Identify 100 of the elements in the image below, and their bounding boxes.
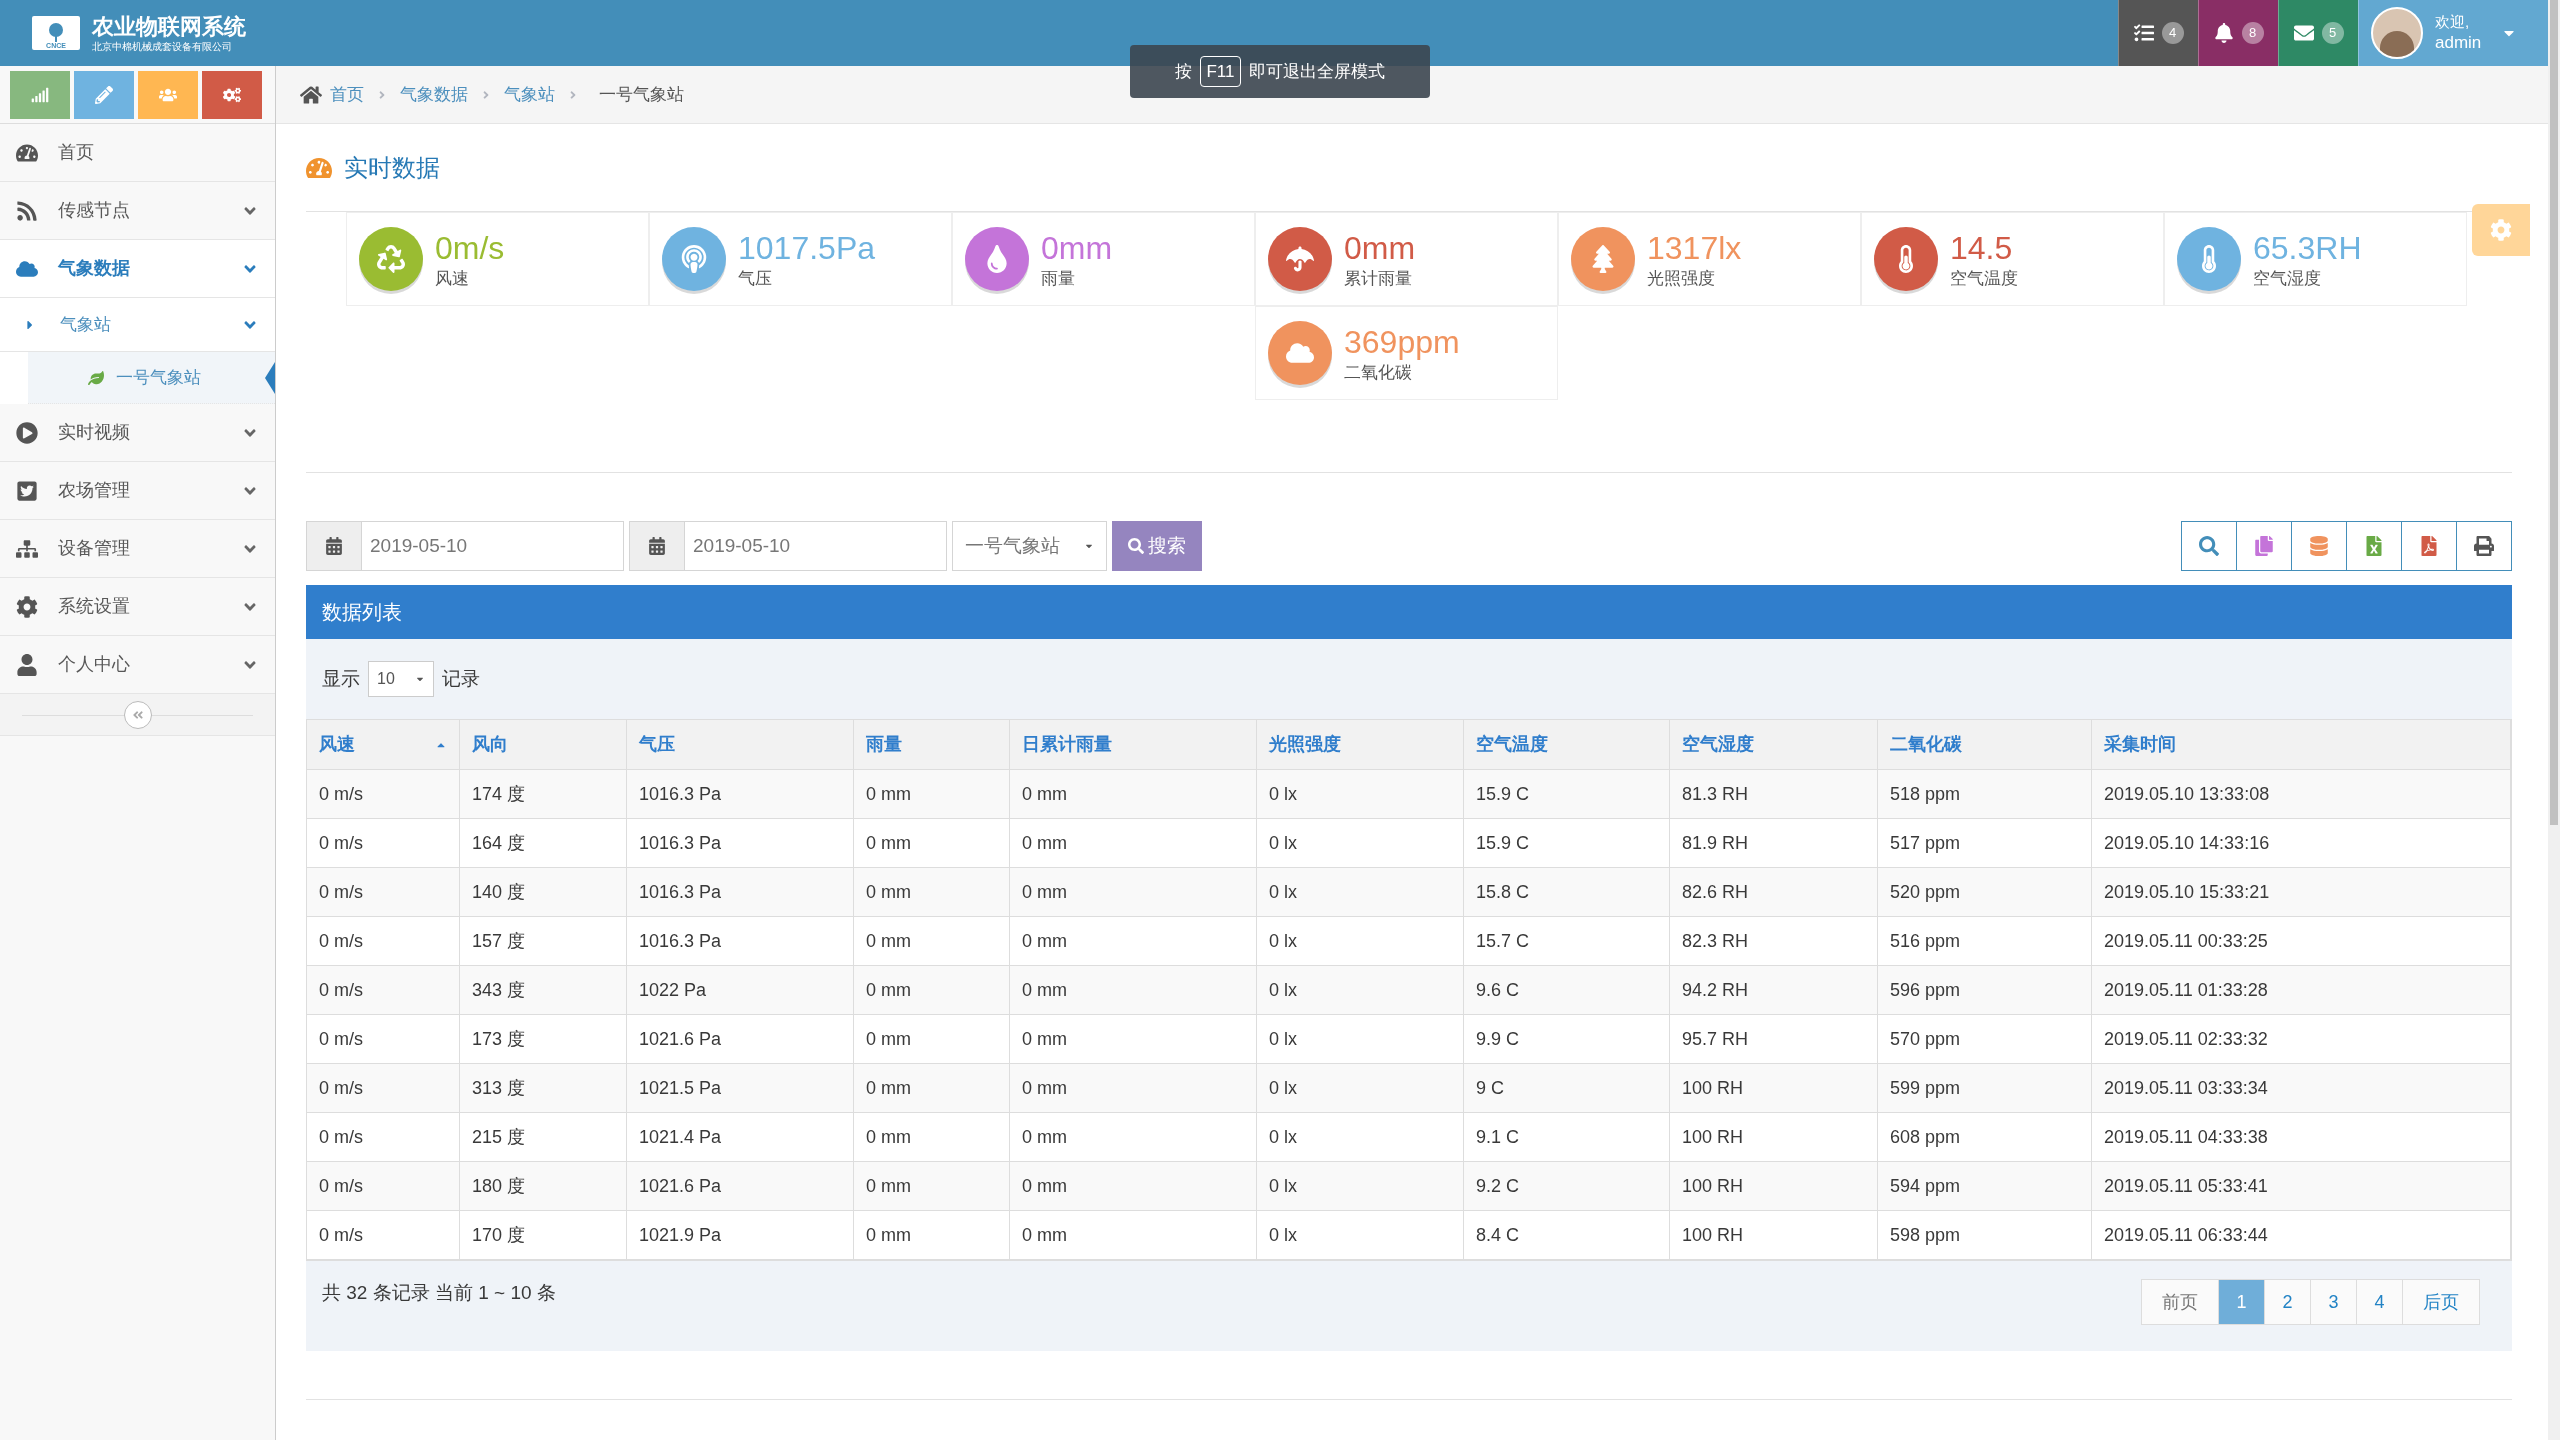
bird-icon (16, 479, 38, 502)
menu-label: 实时视频 (58, 421, 130, 444)
table-cell: 1022 Pa (627, 966, 854, 1014)
table-cell: 1021.6 Pa (627, 1162, 854, 1210)
table-cell: 0 lx (1257, 1162, 1464, 1210)
shortcut-button[interactable] (10, 70, 70, 119)
table-cell: 0 lx (1257, 770, 1464, 818)
shortcut-button[interactable] (74, 70, 134, 119)
count-badge: 8 (2241, 22, 2264, 44)
toolbar-button[interactable] (2236, 521, 2292, 571)
table-cell: 100 RH (1670, 1064, 1878, 1112)
column-header[interactable]: 光照强度 (1257, 720, 1464, 769)
column-header[interactable]: 气压 (627, 720, 854, 769)
table-cell: 0 m/s (307, 917, 460, 965)
show-label: 显示 (322, 666, 360, 691)
collapse-button[interactable] (123, 700, 152, 729)
breadcrumb-link[interactable]: 气象站 (504, 81, 555, 108)
metric-value: 0m/s (435, 229, 505, 269)
column-header[interactable]: 风向 (460, 720, 627, 769)
search-button[interactable]: 搜索 (1112, 521, 1202, 571)
date-field[interactable]: 2019-05-10 (629, 521, 947, 571)
count-badge: 5 (2321, 22, 2344, 44)
table-cell: 599 ppm (1878, 1064, 2092, 1112)
table-cell: 0 mm (854, 1162, 1010, 1210)
metric-label: 雨量 (1041, 268, 1076, 290)
toolbar-button[interactable] (2291, 521, 2347, 571)
metric-label: 光照强度 (1647, 268, 1716, 290)
table-cell: 100 RH (1670, 1211, 1878, 1259)
table-cell: 0 mm (854, 819, 1010, 867)
table-cell: 180 度 (460, 1162, 627, 1210)
table-cell: 518 ppm (1878, 770, 2092, 818)
table-cell: 100 RH (1670, 1162, 1878, 1210)
breadcrumb-current: 一号气象站 (599, 83, 684, 106)
sitemap-icon (16, 537, 38, 560)
column-header[interactable]: 风速 (307, 720, 460, 769)
table-cell: 0 mm (854, 917, 1010, 965)
table-cell: 1021.5 Pa (627, 1064, 854, 1112)
submenu-item[interactable]: 一号气象站 (28, 352, 275, 404)
breadcrumb-link[interactable]: 首页 (330, 81, 364, 108)
notification-button[interactable]: 4 (2118, 0, 2198, 66)
column-header[interactable]: 日累计雨量 (1010, 720, 1257, 769)
table-cell: 1021.6 Pa (627, 1015, 854, 1063)
records-label: 记录 (442, 666, 480, 691)
table-cell: 594 ppm (1878, 1162, 2092, 1210)
table-cell: 0 mm (854, 1064, 1010, 1112)
page-button[interactable]: 2 (2264, 1279, 2311, 1325)
table-cell: 0 mm (1010, 1113, 1257, 1161)
table-cell: 0 mm (1010, 1015, 1257, 1063)
table-cell: 0 m/s (307, 770, 460, 818)
table-cell: 9.6 C (1464, 966, 1670, 1014)
breadcrumb-link[interactable]: 气象数据 (400, 81, 468, 108)
toolbar-button[interactable] (2456, 521, 2512, 571)
toolbar-button[interactable] (2401, 521, 2457, 571)
menu-label: 气象数据 (58, 257, 130, 280)
shortcut-button[interactable] (202, 70, 262, 119)
menu-item[interactable]: 气象数据 (0, 240, 275, 298)
table-cell: 0 m/s (307, 819, 460, 867)
table-cell: 0 mm (1010, 819, 1257, 867)
table-cell: 9.2 C (1464, 1162, 1670, 1210)
table-cell: 0 lx (1257, 819, 1464, 867)
print-icon (2474, 536, 2494, 556)
column-header[interactable]: 空气温度 (1464, 720, 1670, 769)
notification-button[interactable]: 8 (2198, 0, 2278, 66)
column-header[interactable]: 二氧化碳 (1878, 720, 2092, 769)
column-header[interactable]: 雨量 (854, 720, 1010, 769)
signal-icon (31, 85, 49, 104)
next-page-button[interactable]: 后页 (2402, 1279, 2480, 1325)
notification-button[interactable]: 5 (2278, 0, 2358, 66)
leaf-icon (88, 369, 104, 386)
page-button[interactable]: 1 (2218, 1279, 2265, 1325)
table-cell: 81.9 RH (1670, 819, 1878, 867)
column-header[interactable]: 采集时间 (2092, 720, 2511, 769)
metric-value: 14.5 (1950, 229, 2014, 269)
table-cell: 2019.05.11 05:33:41 (2092, 1162, 2511, 1210)
metric-value: 1317lx (1647, 229, 1742, 269)
table-cell: 0 m/s (307, 1211, 460, 1259)
toolbar-button[interactable] (2346, 521, 2402, 571)
table-cell: 215 度 (460, 1113, 627, 1161)
table-cell: 2019.05.11 01:33:28 (2092, 966, 2511, 1014)
scrollbar[interactable] (2548, 0, 2560, 1440)
table-cell: 0 mm (1010, 1064, 1257, 1112)
user-menu[interactable]: 欢迎, admin (2358, 0, 2548, 66)
table-cell: 0 lx (1257, 868, 1464, 916)
copy-icon (2254, 536, 2274, 556)
table-cell: 2019.05.11 04:33:38 (2092, 1113, 2511, 1161)
table-cell: 15.9 C (1464, 819, 1670, 867)
page-button[interactable]: 3 (2310, 1279, 2357, 1325)
toolbar-button[interactable] (2181, 521, 2237, 571)
page-button[interactable]: 4 (2356, 1279, 2403, 1325)
table-cell: 8.4 C (1464, 1211, 1670, 1259)
table-cell: 0 lx (1257, 917, 1464, 965)
table-cell: 174 度 (460, 770, 627, 818)
station-select[interactable]: 一号气象站 (952, 521, 1107, 571)
column-header[interactable]: 空气湿度 (1670, 720, 1878, 769)
page-size-select[interactable]: 10 (368, 661, 434, 697)
prev-page-button[interactable]: 前页 (2141, 1279, 2219, 1325)
table-title: 数据列表 (322, 600, 402, 625)
date-field[interactable]: 2019-05-10 (306, 521, 624, 571)
table-cell: 140 度 (460, 868, 627, 916)
metric-label: 二氧化碳 (1344, 362, 1413, 384)
